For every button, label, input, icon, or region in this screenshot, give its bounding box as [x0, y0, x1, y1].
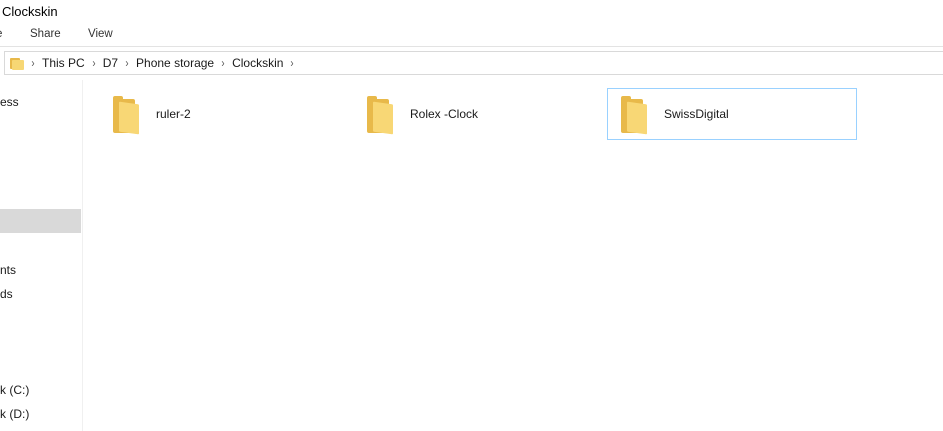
folder-tile-rolex-clock[interactable]: Rolex -Clock [353, 89, 601, 139]
title-bar: Clockskin [0, 0, 943, 24]
breadcrumb-clockskin[interactable]: Clockskin [232, 56, 283, 70]
nav-item-selected[interactable] [0, 209, 81, 233]
folder-name: Rolex -Clock [410, 107, 479, 121]
breadcrumb-phone-storage[interactable]: Phone storage [136, 56, 214, 70]
navigation-pane: ess nts ds k (C:) k (D:) [0, 80, 83, 431]
tab-view[interactable]: View [88, 28, 113, 40]
address-bar[interactable]: › This PC › D7 › Phone storage › Clocksk… [4, 51, 943, 75]
tab-share[interactable]: Share [30, 28, 61, 40]
folder-name: ruler-2 [156, 107, 191, 121]
folder-icon [111, 94, 139, 135]
nav-item-local-disk-c[interactable]: k (C:) [0, 383, 29, 397]
breadcrumb-this-pc[interactable]: This PC [42, 56, 85, 70]
window-title: Clockskin [2, 4, 58, 19]
chevron-right-icon[interactable]: › [221, 56, 224, 70]
folder-name: SwissDigital [664, 107, 729, 121]
file-explorer-window: Clockskin e Share View › This PC › D7 › … [0, 0, 943, 431]
folder-tile-swissdigital[interactable]: SwissDigital [607, 88, 857, 140]
chevron-right-icon[interactable]: › [31, 56, 34, 70]
folder-tile-ruler-2[interactable]: ruler-2 [99, 89, 347, 139]
folder-icon [619, 94, 647, 135]
nav-item-documents[interactable]: nts [0, 263, 16, 277]
chevron-right-icon[interactable]: › [291, 56, 294, 70]
ribbon-divider [0, 46, 943, 47]
breadcrumb-d7[interactable]: D7 [103, 56, 118, 70]
folder-icon [10, 57, 24, 70]
chevron-right-icon[interactable]: › [92, 56, 95, 70]
ribbon-tabs: e Share View [0, 24, 943, 46]
chevron-right-icon[interactable]: › [125, 56, 128, 70]
nav-item-downloads[interactable]: ds [0, 287, 13, 301]
tab-home[interactable]: e [0, 28, 2, 40]
nav-item-quick-access[interactable]: ess [0, 95, 19, 109]
nav-item-local-disk-d[interactable]: k (D:) [0, 407, 29, 421]
folder-content: ruler-2 Rolex -Clock SwissDigital [84, 80, 943, 431]
folder-icon [365, 94, 393, 135]
